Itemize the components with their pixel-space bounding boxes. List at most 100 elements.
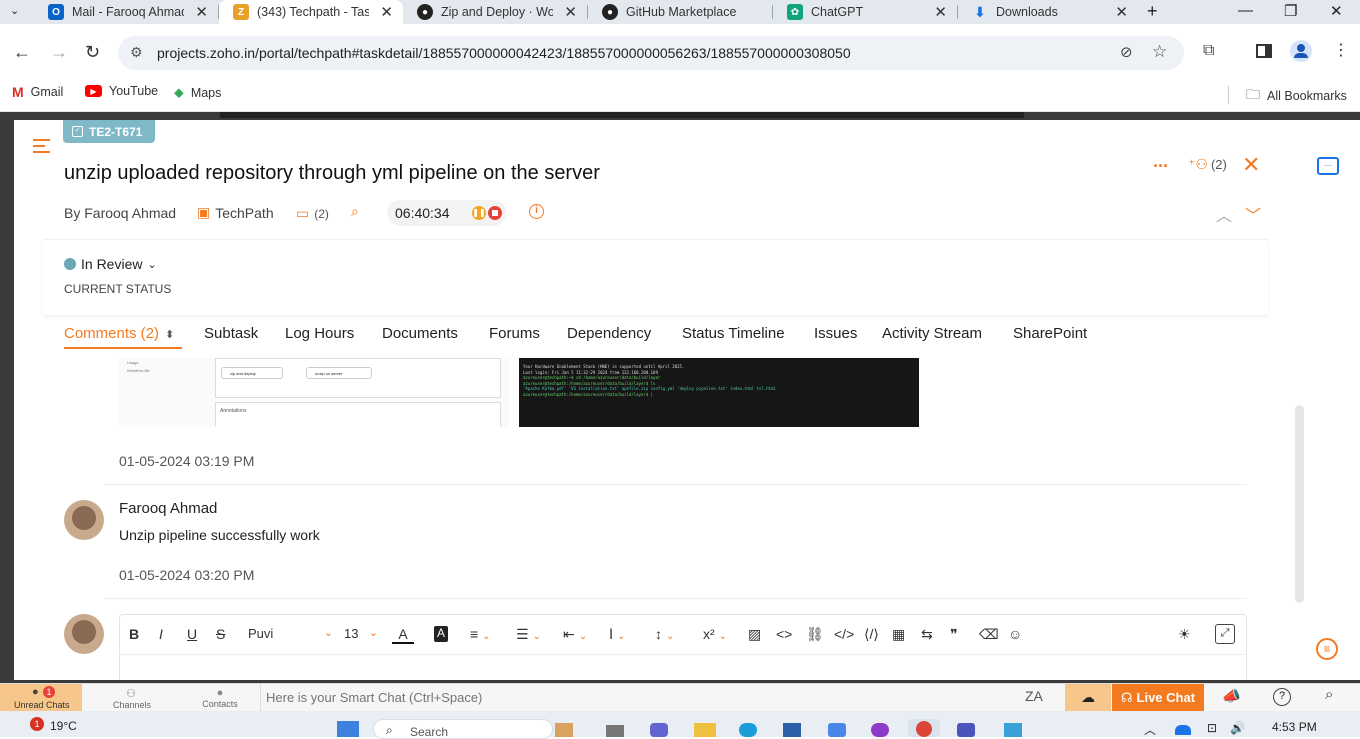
attached-screenshot-workflow[interactable]: Usage Workflow file zip and deploy unzip… [119,358,509,427]
announcements-icon[interactable]: 📣 [1222,687,1241,705]
reload-icon[interactable]: ↻ [85,42,100,63]
minimize-button[interactable]: — [1238,2,1253,19]
back-arrow-icon[interactable]: ← [13,42,31,63]
browser-tab-mail[interactable]: O Mail - Farooq Ahmad ✕ [34,0,218,24]
embed-icon[interactable]: ⟨/⟩ [864,626,879,643]
tab-dependency[interactable]: Dependency [567,325,651,342]
code-block-icon[interactable]: </> [834,626,854,642]
network-icon[interactable]: ⊡ [1207,721,1217,735]
comment-author[interactable]: Farooq Ahmad [119,500,217,517]
clear-format-icon[interactable]: ⌫ [979,626,999,643]
smart-chat-input[interactable] [266,687,966,707]
weather-temp[interactable]: 19°C [50,719,77,733]
strikethrough-button[interactable]: S [216,626,225,642]
browser-tab-downloads[interactable]: ⬇ Downloads ✕ [958,0,1138,24]
contacts-button[interactable]: ● Contacts [202,687,238,709]
underline-button[interactable]: U [187,626,197,642]
close-icon[interactable]: ✕ [380,3,393,21]
zia-icon[interactable]: ZA [1025,688,1043,704]
tab-subtask[interactable]: Subtask [204,325,258,342]
teams-icon[interactable] [957,723,975,737]
bold-button[interactable]: B [129,626,139,642]
tab-comments[interactable]: Comments (2) ⬍ [64,325,174,342]
clock-time[interactable]: 4:53 PM [1272,720,1317,734]
browser-tab-techpath[interactable]: Z (343) Techpath - Task ✕ [219,0,403,24]
hamburger-menu-icon[interactable] [33,139,50,153]
attachment-icon[interactable]: ⌕ [351,203,359,220]
font-size-select[interactable]: 13 ⌄ [344,626,378,641]
browser-tab-github-marketplace[interactable]: ● GitHub Marketplace [588,0,772,24]
superscript-button[interactable]: x² ⌄ [703,626,727,642]
unread-chats-button[interactable]: ● 1 Unread Chats [0,684,82,711]
app-icon[interactable] [650,723,668,737]
edge-icon[interactable] [739,723,757,737]
highlight-color-button[interactable]: A [434,626,448,642]
chevron-down-icon[interactable]: ﹀ [1245,202,1261,226]
scrollbar-thumb[interactable] [1295,405,1304,603]
emoji-icon[interactable]: ☺ [1008,626,1022,642]
status-dropdown[interactable]: In Review ⌄ [64,256,157,272]
bookmark-gmail[interactable]: M Gmail [12,84,63,100]
app-icon[interactable] [871,723,889,737]
close-icon[interactable]: ✕ [195,3,208,21]
attached-screenshot-terminal[interactable]: Your Hardware Enablement Stack (HWE) is … [519,358,919,427]
line-height-button[interactable]: ↕ ⌄ [655,626,674,642]
close-icon[interactable]: ✕ [564,3,577,21]
task-title[interactable]: unzip uploaded repository through yml pi… [64,162,600,185]
live-chat-button[interactable]: ☊ Live Chat [1112,684,1204,711]
search-icon[interactable]: ⌕ [1325,686,1333,703]
file-explorer-icon[interactable] [694,723,716,737]
restore-button[interactable]: ❐ [1284,2,1297,20]
text-color-button[interactable]: A [392,626,414,644]
expand-list-icon[interactable]: ≡ [1316,638,1338,660]
font-family-select[interactable]: Puvi ⌄ [248,626,333,641]
tray-chevron-up-icon[interactable]: ︿ [1144,721,1156,738]
align-button[interactable]: ≡ ⌄ [470,626,491,642]
tab-status-timeline[interactable]: Status Timeline [682,325,785,342]
sort-icon[interactable]: ⬍ [165,329,174,341]
theme-toggle-icon[interactable]: ☀ [1178,626,1191,643]
stop-icon[interactable] [488,206,502,220]
forward-arrow-icon[interactable]: → [50,42,68,63]
info-icon[interactable]: i [529,204,544,219]
image-icon[interactable]: ▨ [748,626,761,643]
project-link[interactable]: ▣ TechPath [197,204,274,221]
italic-button[interactable]: I [159,626,163,642]
side-panel-icon[interactable] [1256,44,1272,58]
tab-documents[interactable]: Documents [382,325,458,342]
followers-button[interactable]: ⁺⚇ (2) [1188,156,1227,173]
help-icon[interactable]: ? [1273,688,1291,706]
app-icon[interactable] [828,723,846,737]
close-icon[interactable]: ✕ [934,3,947,21]
app-icon[interactable] [1004,723,1022,737]
volume-icon[interactable]: 🔊 [1230,721,1245,735]
comments-link[interactable]: ▭ (2) [296,205,329,222]
tab-search-chevron-icon[interactable]: ⌄ [10,4,30,20]
close-icon[interactable]: ✕ [1115,3,1128,21]
bookmark-star-icon[interactable]: ☆ [1152,42,1167,62]
more-options-icon[interactable]: ··· [1153,156,1169,177]
store-icon[interactable] [783,723,801,737]
extensions-icon[interactable]: ⧉ [1203,42,1214,60]
quote-icon[interactable]: ❞ [950,626,958,643]
tab-forums[interactable]: Forums [489,325,540,342]
format-icon[interactable]: ⇆ [921,626,933,643]
link-icon[interactable]: ⛓ [806,626,824,643]
table-icon[interactable]: ▦ [892,626,905,643]
chrome-taskbar-button[interactable] [908,719,940,737]
browser-tab-zip-deploy[interactable]: ● Zip and Deploy · Wor ✕ [403,0,587,24]
tab-log-hours[interactable]: Log Hours [285,325,354,342]
comment-editor[interactable] [119,614,1247,680]
task-id-badge[interactable]: ✓ TE2-T671 [63,120,155,143]
new-tab-button[interactable]: + [1147,1,1158,22]
feedback-chat-icon[interactable]: ··· [1317,157,1339,175]
onedrive-icon[interactable] [1175,725,1191,735]
text-direction-button[interactable]: Ⅰ ⌄ [609,626,626,643]
support-button[interactable]: ☁ [1065,684,1111,711]
bookmark-maps[interactable]: ⬥ Maps [174,84,221,101]
app-icon[interactable] [555,723,573,737]
pause-icon[interactable]: ❚❚ [472,206,486,220]
taskbar-search[interactable]: ⌕ Search [373,719,553,739]
no-tracking-icon[interactable]: ⊘ [1120,43,1133,61]
code-icon[interactable]: <> [776,626,792,642]
